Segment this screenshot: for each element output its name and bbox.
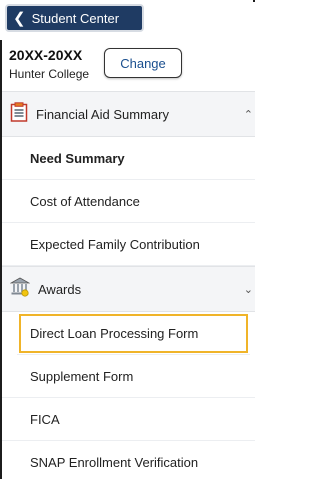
section-label: Financial Aid Summary [36, 106, 169, 122]
menu-item-label: Need Summary [30, 150, 125, 166]
side-menu: Financial Aid Summary ⌃ Need Summary Cos… [2, 91, 255, 479]
bank-icon [10, 277, 30, 302]
menu-item-direct-loan-processing-form[interactable]: Direct Loan Processing Form [17, 312, 250, 355]
term-selector: 20XX-20XX Hunter College Change [9, 47, 249, 87]
section-awards[interactable]: Awards ⌄ [2, 266, 255, 312]
menu-item-label: Direct Loan Processing Form [30, 325, 199, 341]
menu-item-expected-family-contribution[interactable]: Expected Family Contribution [2, 223, 255, 266]
menu-item-need-summary[interactable]: Need Summary [2, 137, 255, 180]
menu-item-label: Supplement Form [30, 368, 134, 384]
section-financial-aid-summary[interactable]: Financial Aid Summary ⌃ [2, 91, 255, 137]
top-bar: ❮ Student Center [0, 0, 253, 40]
clipboard-icon [10, 101, 28, 127]
chevron-left-icon: ❮ [13, 9, 26, 27]
menu-item-label: FICA [30, 411, 60, 427]
chevron-up-icon: ⌃ [243, 109, 253, 121]
menu-item-label: Expected Family Contribution [30, 236, 200, 252]
chevron-down-icon: ⌄ [243, 284, 253, 296]
change-term-button[interactable]: Change [104, 48, 182, 78]
menu-item-cost-of-attendance[interactable]: Cost of Attendance [2, 180, 255, 223]
menu-item-fica[interactable]: FICA [2, 398, 255, 441]
menu-item-snap-enrollment-verification[interactable]: SNAP Enrollment Verification [2, 441, 255, 479]
college-name: Hunter College [9, 67, 90, 81]
term-title: 20XX-20XX [9, 47, 83, 63]
menu-item-label: Cost of Attendance [30, 193, 140, 209]
back-button-label: Student Center [31, 10, 120, 26]
student-center-back-button[interactable]: ❮ Student Center [5, 4, 144, 32]
menu-item-label: SNAP Enrollment Verification [30, 454, 199, 470]
section-label: Awards [38, 281, 82, 297]
menu-item-supplement-form[interactable]: Supplement Form [2, 355, 255, 398]
